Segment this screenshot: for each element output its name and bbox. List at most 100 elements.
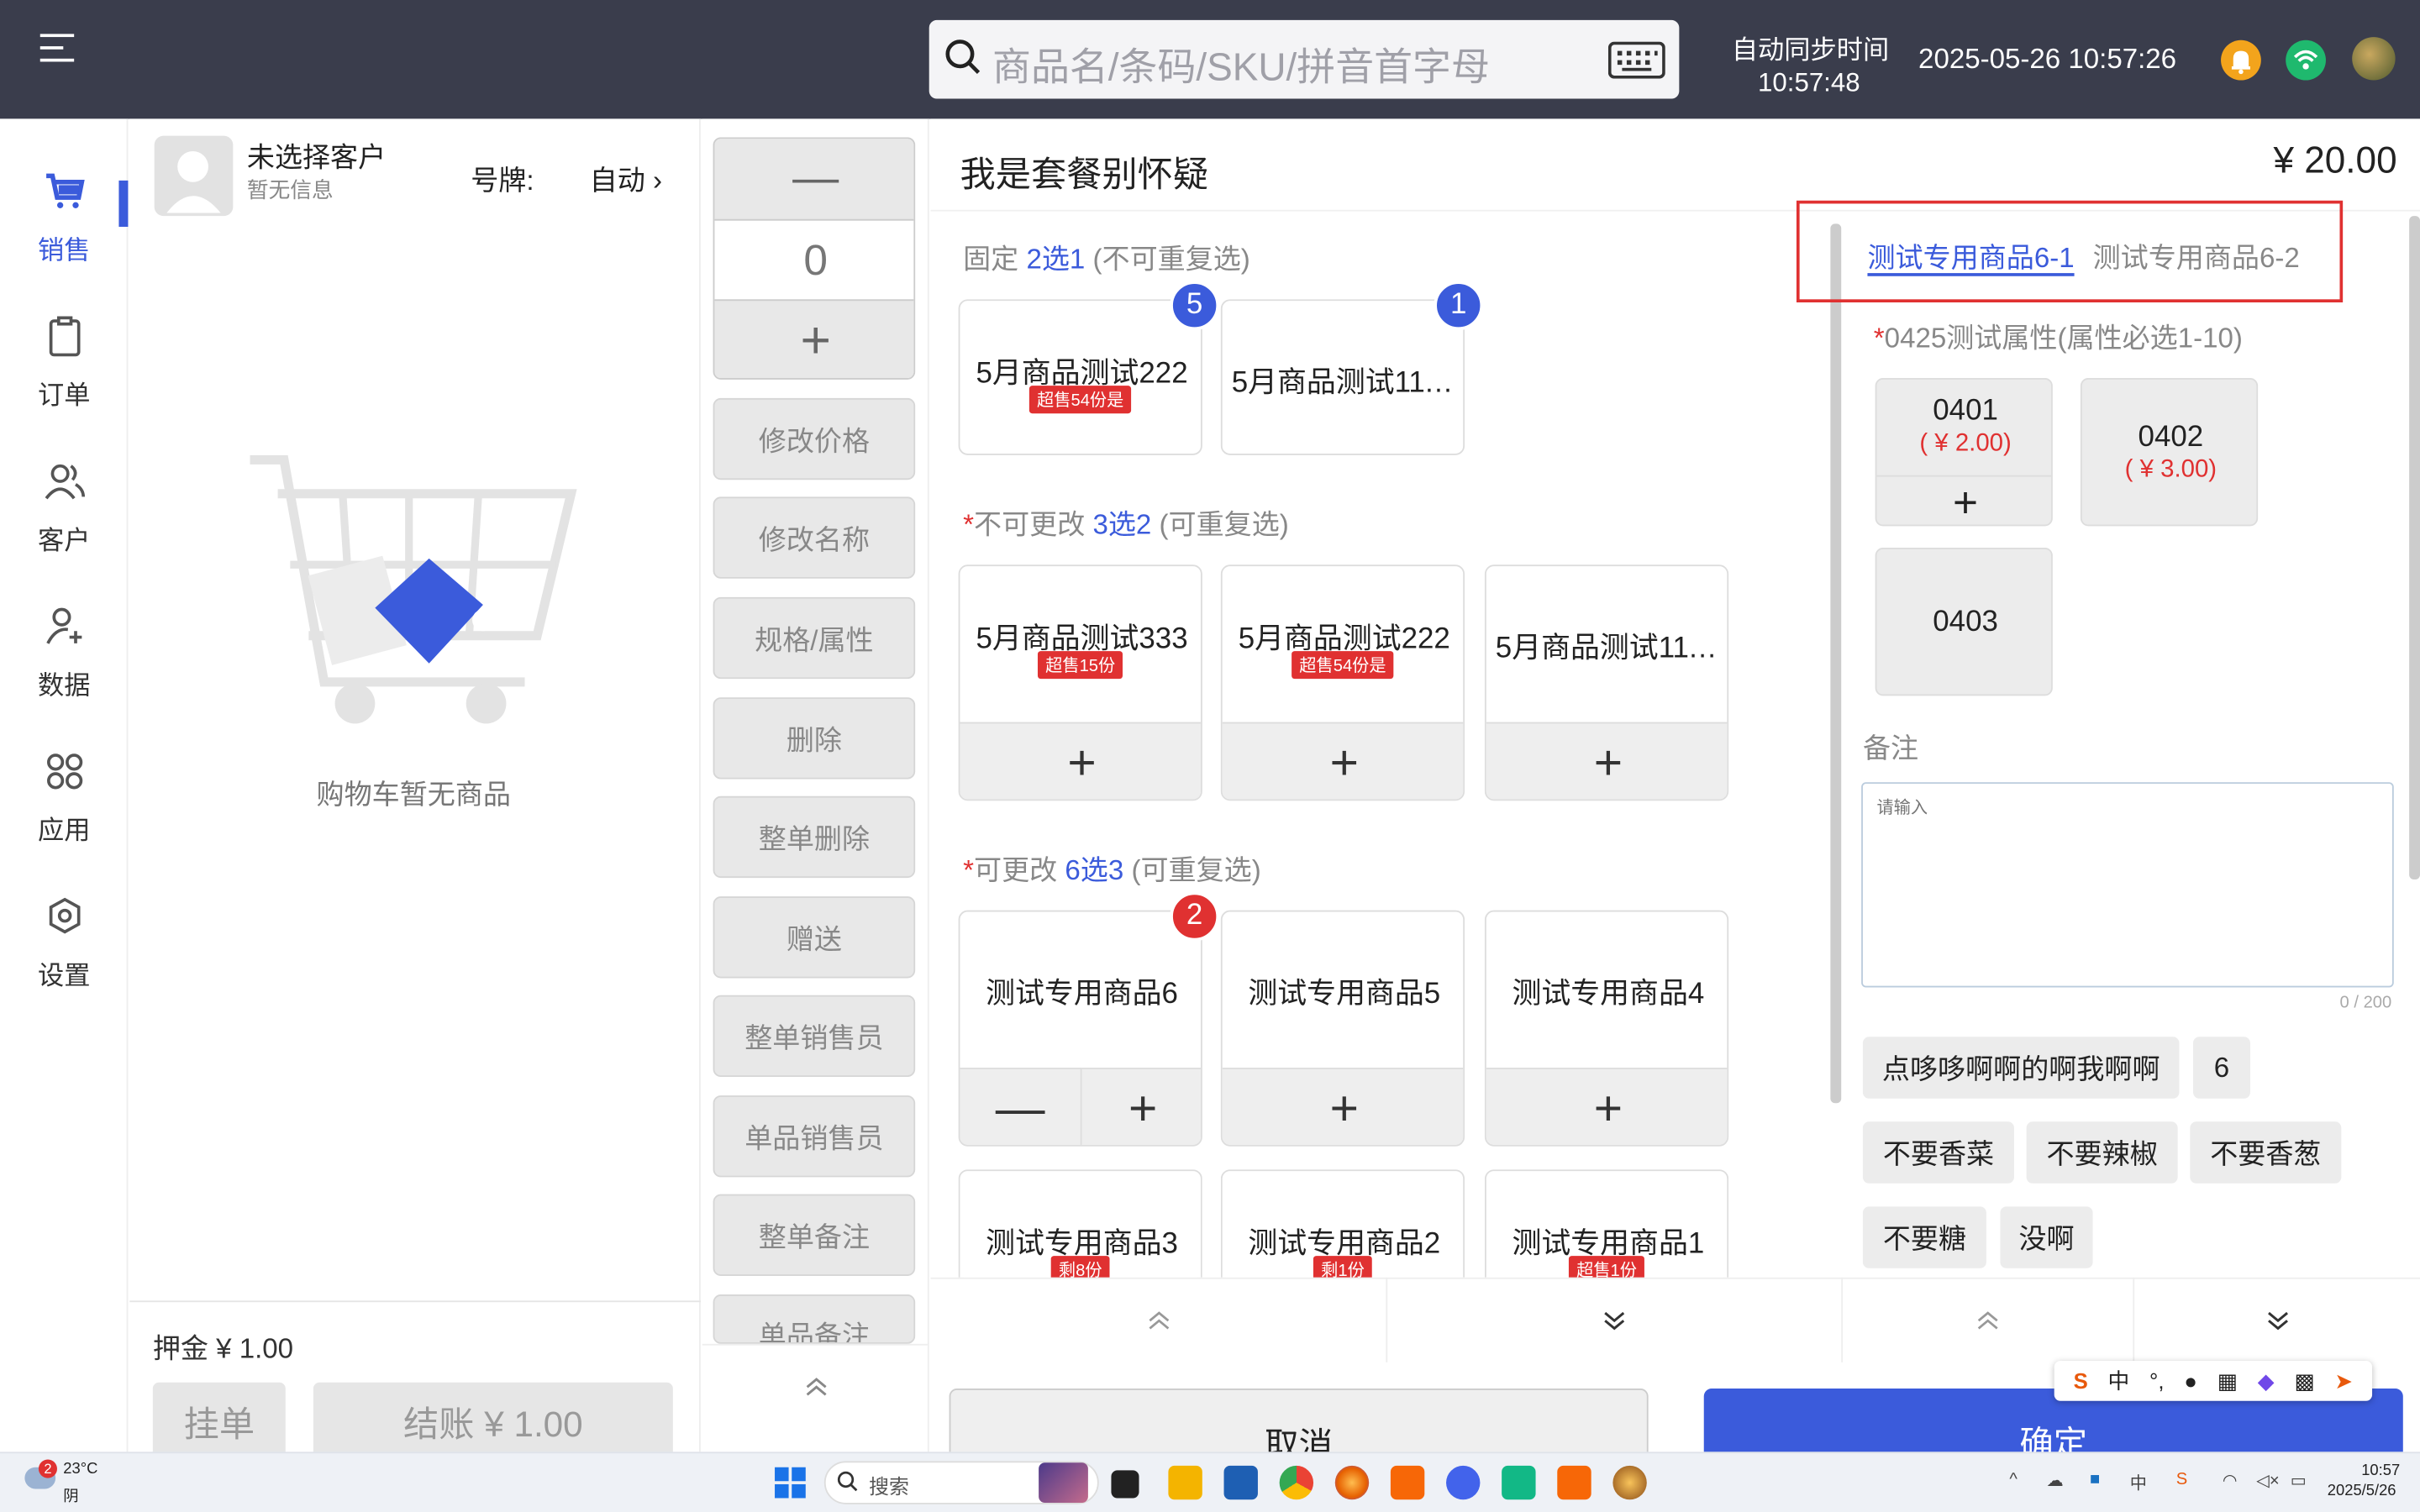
search-box[interactable]: 商品名/条码/SKU/拼音首字母 [929, 19, 1680, 99]
fixed-item-card[interactable]: 5月商品测试111... [1220, 299, 1465, 455]
delete-button[interactable]: 删除 [713, 697, 916, 780]
cloud-icon[interactable]: ☁ [2047, 1470, 2064, 1490]
fixed-item-card[interactable]: 5月商品测试222 超售54份是 [958, 299, 1202, 455]
plate-selector[interactable]: 自动 › [590, 159, 662, 199]
menu-icon[interactable] [39, 34, 75, 65]
qty-value[interactable]: 0 [714, 222, 913, 299]
nav-settings[interactable]: 设置 [0, 895, 128, 1040]
ime-toolbar[interactable]: S 中 °, ● ▦ ◆ ▩ ➤ [2054, 1361, 2373, 1401]
scroll-up-button[interactable] [702, 1343, 929, 1429]
tray-app-icon[interactable]: ■ [2090, 1470, 2100, 1488]
app-orange-icon[interactable] [1390, 1465, 1425, 1500]
battery-icon[interactable]: ▭ [2291, 1470, 2307, 1490]
keyboard-icon[interactable] [1607, 41, 1665, 79]
quick-note-chip[interactable]: 不要香菜 [1862, 1121, 2014, 1184]
ime-mic-icon[interactable]: ● [2184, 1368, 2197, 1393]
edit-name-button[interactable]: 修改名称 [713, 496, 916, 579]
search-placeholder[interactable]: 商品名/条码/SKU/拼音首字母 [992, 37, 1490, 92]
windows-start-icon[interactable] [775, 1467, 806, 1499]
add-button[interactable]: + [1486, 722, 1728, 800]
customer-name[interactable]: 未选择客户 [247, 136, 386, 176]
list-page-up-button[interactable] [931, 1277, 1388, 1362]
tray-expand-icon[interactable]: ^ [2009, 1470, 2017, 1488]
attribute-option[interactable]: 0401 ( ¥ 2.00) + [1875, 378, 2053, 527]
editable-item-card[interactable]: 测试专用商品4 + [1484, 910, 1729, 1147]
gift-button[interactable]: 赠送 [713, 896, 916, 979]
option-add-button[interactable]: + [1876, 475, 2052, 524]
add-button[interactable]: + [1222, 722, 1464, 800]
ime-lang[interactable]: 中 [2108, 1366, 2130, 1397]
volume-icon[interactable]: ◁× [2256, 1470, 2279, 1490]
add-button[interactable]: + [1081, 1068, 1201, 1145]
app-orange2-icon[interactable] [1557, 1465, 1591, 1500]
ime-keyboard-icon[interactable]: ▦ [2217, 1368, 2238, 1394]
item-salesperson-button[interactable]: 单品销售员 [713, 1095, 916, 1178]
network-icon[interactable]: ◠ [2223, 1470, 2238, 1490]
editable-item-card[interactable]: 测试专用商品1 超售1份 [1484, 1169, 1729, 1278]
sogou-tray-icon[interactable]: S [2176, 1470, 2187, 1488]
nav-sales[interactable]: 销售 [0, 170, 128, 315]
taskbar-search-label[interactable]: 搜索 [869, 1470, 909, 1499]
store-icon[interactable] [1223, 1465, 1258, 1500]
order-note-button[interactable]: 整单备注 [713, 1194, 916, 1276]
ime-more-icon[interactable]: ➤ [2334, 1368, 2353, 1394]
chrome-icon[interactable] [1279, 1465, 1314, 1500]
quick-note-chip[interactable]: 不要辣椒 [2026, 1121, 2178, 1184]
checkout-button[interactable]: 结账 ¥ 1.00 [313, 1382, 673, 1460]
ime-grid-icon[interactable]: ▩ [2294, 1368, 2314, 1394]
firefox-icon[interactable] [1334, 1465, 1370, 1500]
add-button[interactable]: + [1222, 1068, 1464, 1145]
hold-order-button[interactable]: 挂单 [152, 1382, 286, 1460]
editable-item-card[interactable]: 测试专用商品6 — + [958, 910, 1202, 1147]
editable-item-card[interactable]: 测试专用商品5 + [1220, 910, 1465, 1147]
customer-avatar[interactable] [154, 135, 234, 217]
quick-note-chip[interactable]: 没啊 [2000, 1206, 2093, 1268]
ime-skin-icon[interactable]: ◆ [2258, 1368, 2275, 1394]
bell-icon[interactable] [2221, 39, 2261, 81]
detail-page-down-button[interactable] [2134, 1278, 2420, 1362]
task-view-icon[interactable] [1111, 1470, 1139, 1499]
quick-note-chip[interactable]: 不要糖 [1862, 1206, 1986, 1268]
tab-item-6-2[interactable]: 测试专用商品6-2 [2093, 236, 2300, 276]
ime-punct-icon[interactable]: °, [2149, 1368, 2164, 1393]
tab-item-6-1[interactable]: 测试专用商品6-1 [1867, 236, 2074, 276]
list-scrollbar[interactable] [1830, 223, 1842, 1104]
wifi-icon[interactable] [2286, 39, 2326, 81]
app-blue-icon[interactable] [1446, 1465, 1481, 1500]
item-note-button[interactable]: 单品备注 [713, 1294, 916, 1344]
attribute-option[interactable]: 0402 ( ¥ 3.00) [2080, 378, 2259, 527]
quick-note-chip[interactable]: 6 [2193, 1037, 2250, 1099]
nav-data[interactable]: 数据 [0, 605, 128, 750]
nav-apps[interactable]: 应用 [0, 750, 128, 895]
attribute-option[interactable]: 0403 [1875, 548, 2053, 696]
list-page-down-button[interactable] [1387, 1277, 1844, 1362]
app-green-icon[interactable] [1502, 1465, 1536, 1500]
locked-item-card[interactable]: 5月商品测试333 超售15份 + [958, 564, 1202, 801]
detail-page-up-button[interactable] [1843, 1277, 2135, 1362]
locked-item-card[interactable]: 5月商品测试111... + [1484, 564, 1729, 801]
order-salesperson-button[interactable]: 整单销售员 [713, 995, 916, 1078]
delete-all-button[interactable]: 整单删除 [713, 795, 916, 879]
qty-minus-button[interactable]: — [714, 139, 914, 221]
memo-input[interactable] [1861, 782, 2394, 988]
spec-attr-button[interactable]: 规格/属性 [713, 596, 916, 680]
nav-orders[interactable]: 订单 [0, 315, 128, 460]
app-avatar-icon[interactable] [1612, 1465, 1647, 1500]
qty-plus-button[interactable]: + [714, 299, 914, 378]
detail-scrollbar[interactable] [2409, 216, 2420, 879]
add-button[interactable]: + [960, 722, 1201, 800]
editable-item-card[interactable]: 测试专用商品2 剩1份 [1220, 1169, 1465, 1278]
user-avatar[interactable] [2352, 37, 2396, 81]
add-button[interactable]: + [1486, 1068, 1728, 1145]
locked-item-card[interactable]: 5月商品测试222 超售54份是 + [1220, 564, 1465, 801]
taskbar-time[interactable]: 10:57 [2361, 1462, 2400, 1479]
quick-note-chip[interactable]: 点哆哆啊啊的啊我啊啊 [1862, 1037, 2180, 1099]
nav-customers[interactable]: 客户 [0, 459, 128, 605]
file-explorer-icon[interactable] [1168, 1465, 1202, 1500]
quick-note-chip[interactable]: 不要香葱 [2190, 1121, 2342, 1184]
edit-price-button[interactable]: 修改价格 [713, 397, 916, 480]
taskbar-date[interactable]: 2025/5/26 [2328, 1483, 2396, 1499]
minus-button[interactable]: — [960, 1068, 1082, 1145]
ime-tray-icon[interactable]: 中 [2130, 1470, 2147, 1494]
editable-item-card[interactable]: 测试专用商品3 剩8份 [958, 1169, 1202, 1278]
